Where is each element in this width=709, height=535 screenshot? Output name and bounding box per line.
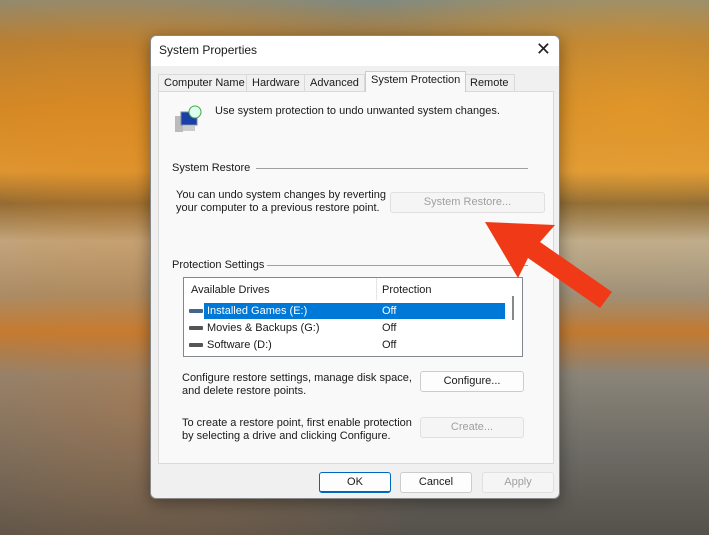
window-title: System Properties — [159, 43, 258, 57]
restore-text-2: your computer to a previous restore poin… — [176, 202, 380, 214]
drive-icon — [189, 343, 203, 347]
close-icon[interactable]: ✕ — [536, 39, 551, 60]
drive-icon — [189, 309, 203, 313]
create-button[interactable]: Create... — [420, 417, 524, 438]
drive-row[interactable]: Software (D:) Off — [184, 337, 514, 353]
protection-settings-heading: Protection Settings — [172, 259, 265, 271]
create-text-2: by selecting a drive and clicking Config… — [182, 430, 391, 442]
tab-advanced[interactable]: Advanced — [304, 74, 365, 92]
tab-system-protection[interactable]: System Protection — [365, 71, 467, 92]
red-arrow-annotation — [485, 222, 612, 308]
tab-computer-name[interactable]: Computer Name — [158, 74, 251, 92]
drives-list[interactable]: Available Drives Protection Installed Ga… — [183, 277, 523, 357]
system-restore-heading: System Restore — [172, 162, 251, 174]
restore-text-1: You can undo system changes by reverting — [176, 189, 386, 201]
intro-text: Use system protection to undo unwanted s… — [215, 105, 500, 117]
drive-row[interactable]: Movies & Backups (G:) Off — [184, 320, 514, 336]
drive-icon — [189, 326, 203, 330]
ok-button[interactable]: OK — [319, 472, 391, 493]
configure-button[interactable]: Configure... — [420, 371, 524, 392]
tab-remote[interactable]: Remote — [464, 74, 515, 92]
create-text-1: To create a restore point, first enable … — [182, 417, 412, 429]
system-protection-icon — [175, 105, 202, 132]
tab-hardware[interactable]: Hardware — [246, 74, 306, 92]
configure-text-1: Configure restore settings, manage disk … — [182, 372, 412, 384]
column-header-protection[interactable]: Protection — [382, 284, 432, 296]
configure-text-2: and delete restore points. — [182, 385, 307, 397]
column-header-drives[interactable]: Available Drives — [191, 284, 270, 296]
title-bar: System Properties ✕ — [151, 36, 559, 66]
cancel-button[interactable]: Cancel — [400, 472, 472, 493]
drive-row[interactable]: Installed Games (E:) Off — [184, 303, 514, 319]
apply-button[interactable]: Apply — [482, 472, 554, 493]
